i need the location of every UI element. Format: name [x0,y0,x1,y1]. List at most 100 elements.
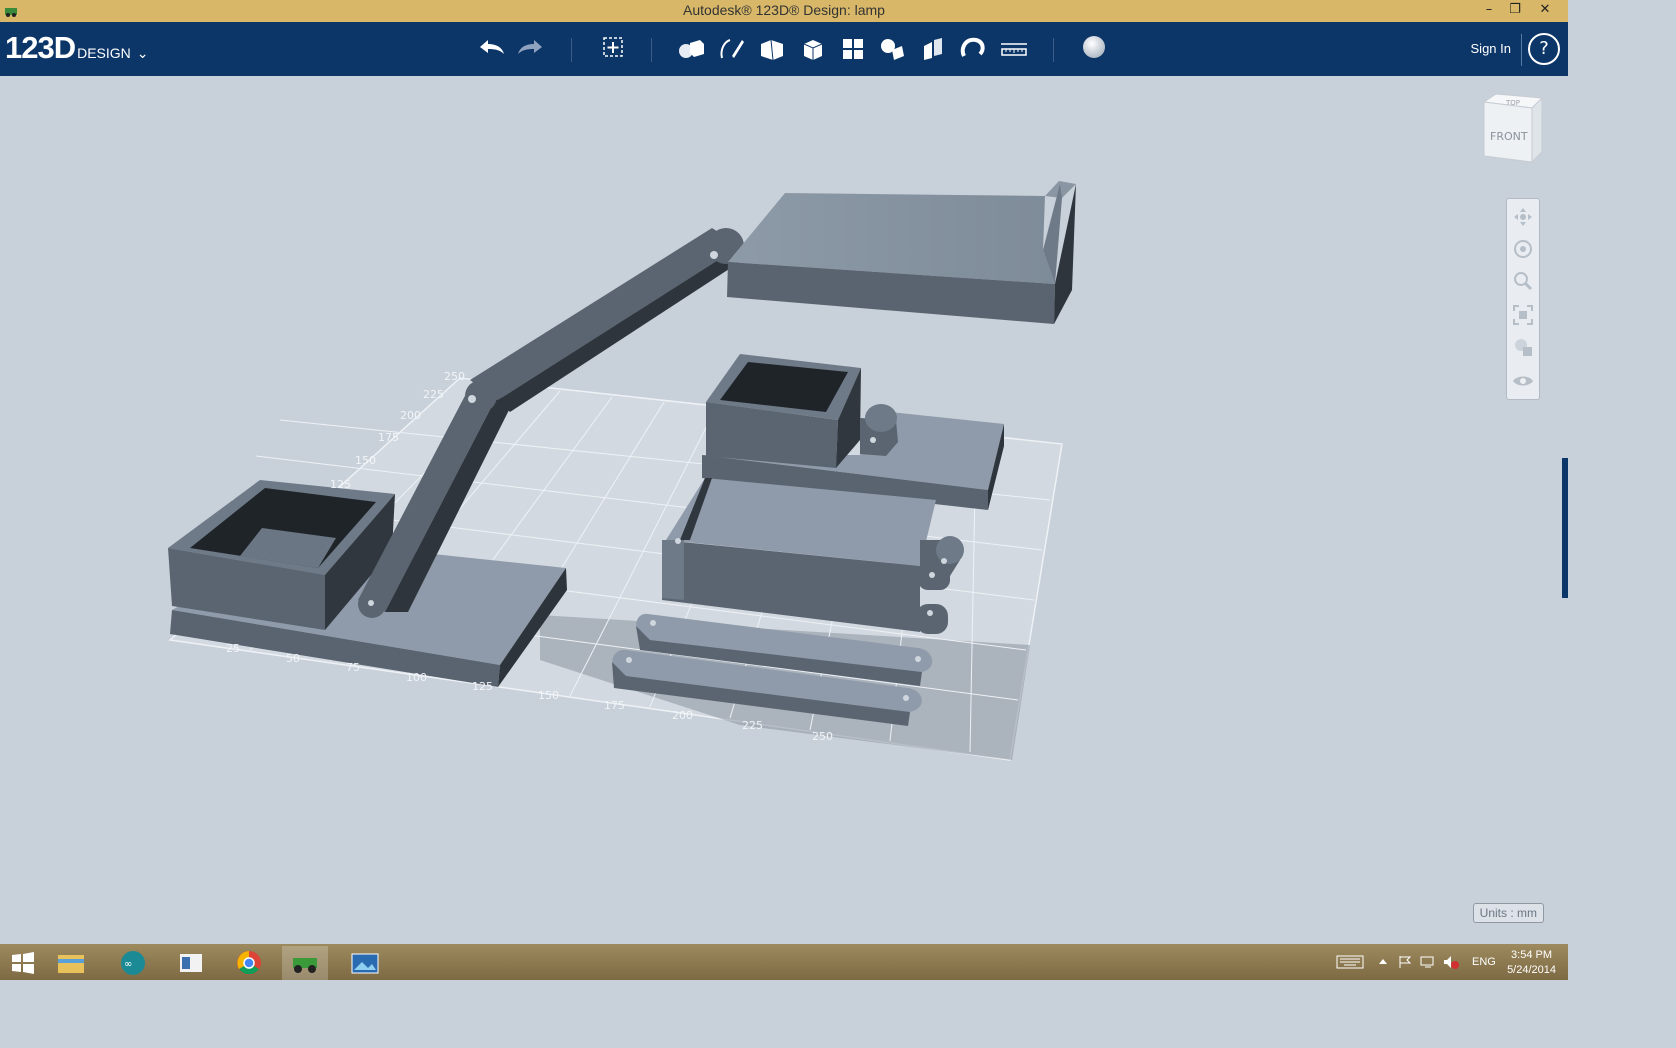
arduino-button[interactable]: ∞ [110,946,156,980]
group-button[interactable] [876,32,910,66]
app-menu-button[interactable]: 123D DESIGN ⌄ [5,30,149,66]
help-button[interactable]: ? [1528,33,1560,65]
chevron-down-icon: ⌄ [136,46,149,62]
sketch-icon [720,39,744,59]
group-icon [881,39,904,60]
fit-icon [1513,305,1533,325]
window-title: Autodesk® 123D® Design: lamp [683,2,885,18]
navigation-bar [1506,198,1540,400]
pan-button[interactable] [1511,205,1535,229]
zoom-icon [1514,272,1533,291]
units-label[interactable]: Units : mm [1472,903,1544,923]
taskbar: ∞ ENG 3:54 PM 5/24/2014 [0,944,1568,980]
modify-button[interactable] [796,32,830,66]
snap-icon [960,37,985,57]
start-icon [12,952,34,974]
pattern-button[interactable] [836,32,870,66]
combine-icon [924,38,942,60]
eye-icon [1513,376,1533,386]
zoom-button[interactable] [1511,269,1535,293]
undo-button[interactable] [474,32,508,66]
snap-button[interactable] [956,32,990,66]
toolbar-divider [571,38,572,62]
side-panel-tab[interactable] [1562,458,1568,598]
visibility-button[interactable] [1511,369,1535,393]
svg-text:∞: ∞ [124,959,132,970]
network-icon[interactable] [1420,954,1436,990]
notes-icon [180,954,202,972]
file-explorer-icon [58,955,84,973]
visual-style-button[interactable] [1511,335,1535,359]
combine-button[interactable] [916,32,950,66]
maximize-button[interactable]: ❐ [1502,0,1528,22]
undo-icon [480,40,504,54]
tray-overflow-icon[interactable] [1378,954,1388,990]
viewcube-front-label: FRONT [1490,130,1528,143]
orbit-button[interactable] [1511,237,1535,261]
orbit-icon [1514,240,1532,258]
lamp-head[interactable] [727,181,1076,324]
toolbar-divider [1521,34,1522,66]
start-button[interactable] [0,946,46,980]
3d-viewport[interactable]: 25 50 75 100 125 150 175 200 225 250 125… [0,76,1568,944]
construct-button[interactable] [755,32,789,66]
clock-time: 3:54 PM [1511,949,1553,961]
measure-icon [1001,43,1027,56]
viewcube-top-label: TOP [1505,99,1520,107]
redo-icon [518,40,542,54]
transform-button[interactable] [596,32,630,66]
x-tick: 100 [406,671,427,684]
y-tick: 250 [444,370,465,383]
keyboard-icon[interactable] [1336,954,1364,990]
fit-button[interactable] [1511,303,1535,327]
logo-sub: DESIGN [77,45,131,61]
x-tick: 50 [286,652,300,665]
123d-design-button[interactable] [282,946,328,980]
language-indicator[interactable]: ENG [1472,956,1496,992]
x-tick: 250 [812,730,833,743]
material-button[interactable] [1077,32,1111,66]
construct-icon [761,39,783,61]
y-tick: 150 [355,454,376,467]
visual-style-icon [1515,339,1532,356]
x-tick: 225 [742,719,763,732]
file-explorer-button[interactable] [48,946,94,980]
x-tick: 25 [226,642,240,655]
sign-in-link[interactable]: Sign In [1471,41,1511,56]
primitives-icon [679,40,704,58]
logo-text: 123D [5,30,76,65]
volume-muted-icon[interactable] [1442,954,1460,990]
modify-icon [803,40,823,60]
scene-canvas[interactable]: 25 50 75 100 125 150 175 200 225 250 125… [0,76,1568,944]
arduino-icon: ∞ [121,951,145,975]
clock-date: 5/24/2014 [1507,964,1556,976]
y-tick: 225 [423,388,444,401]
material-icon [1083,36,1105,58]
x-tick: 200 [672,709,693,722]
pattern-icon [843,39,863,59]
main-toolbar: 123D DESIGN ⌄ Sign In ? [0,22,1568,76]
view-cube[interactable]: TOP FRONT [1476,92,1546,166]
notes-button[interactable] [168,946,214,980]
123d-icon [293,958,317,973]
sketch-button[interactable] [714,32,748,66]
primitives-button[interactable] [674,32,708,66]
y-tick: 175 [378,431,399,444]
toolbar-divider [651,38,652,62]
y-tick: 125 [330,478,351,491]
close-button[interactable]: ✕ [1532,0,1558,22]
window-titlebar: Autodesk® 123D® Design: lamp – ❐ ✕ [0,0,1568,22]
toolbar-divider [1053,38,1054,62]
x-tick: 125 [472,680,493,693]
chrome-button[interactable] [226,946,272,980]
minimize-button[interactable]: – [1476,0,1502,22]
y-tick: 200 [400,409,421,422]
x-tick: 175 [604,699,625,712]
x-tick: 75 [346,661,360,674]
measure-button[interactable] [997,32,1031,66]
photos-button[interactable] [342,946,388,980]
clock[interactable]: 3:54 PM 5/24/2014 [1507,948,1556,978]
flag-icon[interactable] [1398,954,1412,990]
redo-button[interactable] [514,32,548,66]
photos-icon [351,953,379,974]
